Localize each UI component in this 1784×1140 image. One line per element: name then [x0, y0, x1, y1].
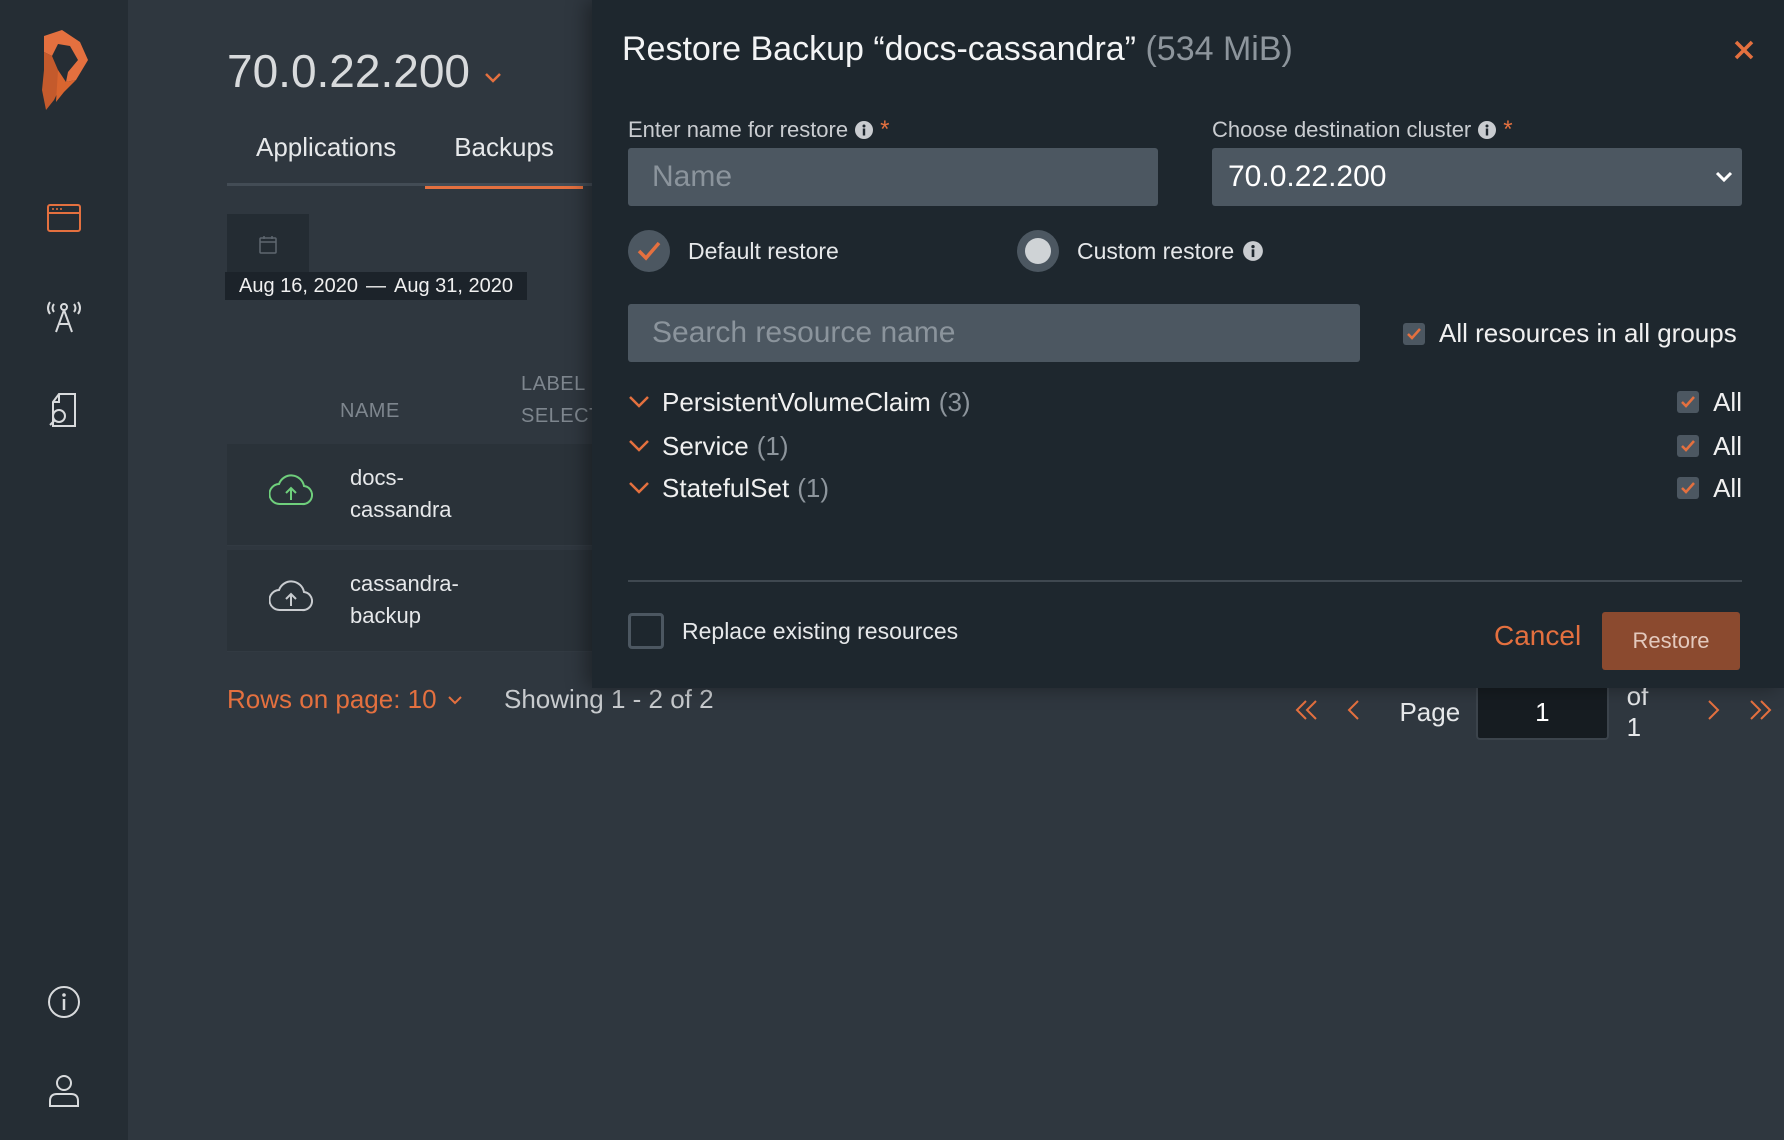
resource-group-all-label: All — [1713, 386, 1742, 417]
all-resources-label: All resources in all groups — [1439, 318, 1737, 348]
pagination: Page 1 of 1 — [1283, 681, 1784, 742]
resource-group-name: Service — [662, 430, 749, 461]
checkbox-checked-icon — [1677, 477, 1700, 499]
chevron-down-icon — [484, 60, 502, 91]
info-icon[interactable] — [1477, 120, 1497, 140]
checkbox-checked-icon — [1677, 435, 1700, 457]
destination-cluster-value: 70.0.22.200 — [1228, 160, 1387, 193]
checkbox-checked-icon — [1403, 322, 1425, 345]
showing-count: Showing 1 - 2 of 2 — [504, 684, 714, 714]
date-picker-button[interactable] — [227, 214, 309, 276]
required-mark: * — [880, 116, 890, 143]
destination-cluster-select[interactable]: 70.0.22.200 — [1212, 148, 1742, 206]
custom-restore-radio[interactable]: Custom restore — [1017, 230, 1264, 272]
chevron-down-icon — [629, 440, 649, 452]
replace-existing-checkbox[interactable]: Replace existing resources — [628, 613, 958, 649]
checkbox-checked-icon — [1677, 391, 1700, 413]
resource-group-row[interactable]: PersistentVolumeClaim (3) All — [628, 384, 1742, 420]
chevron-down-icon — [447, 695, 462, 704]
cloud-upload-icon — [268, 580, 313, 619]
cluster-selector[interactable]: 70.0.22.200 — [227, 44, 502, 98]
resource-group-name: PersistentVolumeClaim — [662, 386, 931, 417]
radio-checked-icon — [628, 230, 670, 272]
next-page-icon[interactable] — [1690, 696, 1737, 728]
default-restore-label: Default restore — [688, 237, 839, 264]
close-icon[interactable] — [1724, 30, 1764, 70]
backup-name: cassandra- backup — [350, 571, 459, 628]
all-resources-checkbox[interactable]: All resources in all groups — [1403, 318, 1737, 349]
radio-unchecked-icon — [1017, 230, 1059, 272]
restore-name-input[interactable] — [628, 148, 1158, 206]
resource-group-all-label: All — [1713, 472, 1742, 503]
calendar-icon — [259, 236, 277, 254]
cloud-upload-success-icon — [268, 474, 313, 513]
date-from: Aug 16, 2020 — [239, 274, 358, 297]
backups-document-icon[interactable] — [0, 390, 128, 430]
resource-group-row[interactable]: StatefulSet (1) All — [628, 470, 1742, 506]
restore-button[interactable]: Restore — [1602, 612, 1740, 670]
destination-cluster-label: Choose destination cluster * — [1212, 116, 1513, 144]
previous-page-icon[interactable] — [1330, 696, 1377, 728]
search-resource-input[interactable] — [628, 304, 1360, 362]
rows-per-page-label: Rows on page: 10 — [227, 684, 437, 714]
page-label: Page — [1399, 696, 1461, 727]
column-header-label-selector[interactable]: LABEL SELECT — [521, 368, 602, 432]
required-mark: * — [1503, 116, 1513, 143]
resource-group-name: StatefulSet — [662, 472, 790, 503]
cluster-name: 70.0.22.200 — [227, 45, 471, 97]
tab-backups[interactable]: Backups — [425, 118, 583, 189]
backup-size: (534 MiB) — [1145, 30, 1293, 68]
resource-group-all-checkbox[interactable]: All — [1677, 473, 1742, 504]
restore-name-label-text: Enter name for restore — [628, 117, 849, 142]
first-page-icon[interactable] — [1283, 696, 1330, 728]
user-icon[interactable] — [0, 1072, 128, 1108]
column-header-name[interactable]: NAME — [340, 400, 400, 423]
resource-group-count: (3) — [938, 386, 971, 417]
custom-restore-label: Custom restore — [1077, 237, 1235, 264]
last-page-icon[interactable] — [1737, 696, 1784, 728]
divider — [628, 580, 1742, 582]
resource-group-all-checkbox[interactable]: All — [1677, 431, 1742, 462]
restore-backup-modal: Restore Backup “docs-cassandra” (534 MiB… — [592, 0, 1784, 688]
default-restore-radio[interactable]: Default restore — [628, 230, 839, 272]
chevron-down-icon — [629, 396, 649, 408]
chevron-down-icon — [629, 482, 649, 494]
destination-cluster-label-text: Choose destination cluster — [1212, 117, 1472, 142]
tab-applications[interactable]: Applications — [227, 118, 425, 186]
resource-group-all-checkbox[interactable]: All — [1677, 387, 1742, 418]
resource-group-all-label: All — [1713, 430, 1742, 461]
applications-icon[interactable] — [0, 200, 128, 236]
date-separator: — — [366, 274, 386, 297]
restore-name-label: Enter name for restore * — [628, 116, 889, 144]
resource-group-count: (1) — [797, 472, 829, 503]
sidebar — [0, 0, 128, 1140]
rows-per-page-selector[interactable]: Rows on page: 10 — [227, 684, 463, 715]
info-icon[interactable] — [854, 120, 874, 140]
info-icon[interactable] — [0, 984, 128, 1020]
date-to: Aug 31, 2020 — [394, 274, 513, 297]
resource-group-count: (1) — [756, 430, 789, 461]
cluster-antenna-icon[interactable] — [0, 296, 128, 336]
info-icon[interactable] — [1242, 240, 1264, 262]
logo-icon[interactable] — [0, 30, 128, 114]
checkbox-unchecked-icon — [628, 613, 664, 649]
replace-existing-label: Replace existing resources — [682, 617, 959, 644]
cancel-button[interactable]: Cancel — [1494, 620, 1581, 652]
modal-title-text: Restore Backup “docs-cassandra” — [622, 30, 1137, 68]
modal-title: Restore Backup “docs-cassandra” (534 MiB… — [622, 30, 1293, 69]
page-total: of 1 — [1626, 681, 1649, 742]
page-number-input[interactable]: 1 — [1476, 684, 1609, 740]
backup-name: docs- cassandra — [350, 465, 452, 522]
chevron-down-icon — [1715, 171, 1733, 183]
resource-group-row[interactable]: Service (1) All — [628, 428, 1742, 464]
date-range[interactable]: Aug 16, 2020 — Aug 31, 2020 — [225, 272, 527, 300]
